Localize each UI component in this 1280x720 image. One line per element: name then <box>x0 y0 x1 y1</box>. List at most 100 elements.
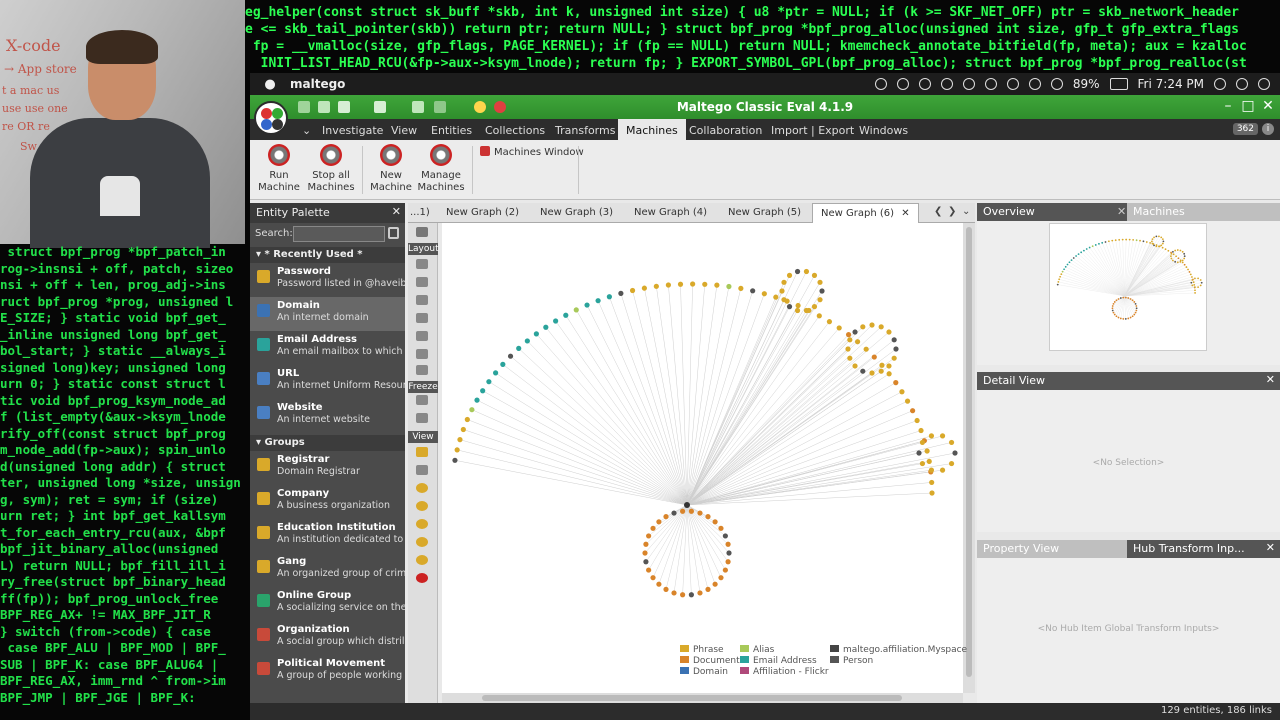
scroll-thumb[interactable] <box>482 695 902 701</box>
tab-list-icon[interactable]: ⌄ <box>962 206 970 217</box>
palette-entity[interactable]: Company A business organization <box>250 485 405 519</box>
info-icon[interactable]: i <box>1262 123 1274 135</box>
tab-investigate[interactable]: Investigate <box>314 122 391 139</box>
tab-machines-panel[interactable]: Machines <box>1127 203 1280 221</box>
save-icon[interactable] <box>374 101 386 113</box>
tab-graph-4[interactable]: New Graph (4) <box>634 207 707 218</box>
run-machine-button[interactable]: Run Machine <box>252 144 306 194</box>
close-palette-button[interactable]: ✕ <box>392 205 401 218</box>
palette-entity[interactable]: Email Address An email mailbox to which e <box>250 331 405 365</box>
view-ranked-icon[interactable] <box>416 501 428 511</box>
open-icon[interactable] <box>338 101 350 113</box>
notification-center-icon[interactable] <box>1258 78 1270 90</box>
redo-icon[interactable] <box>434 101 446 113</box>
view-list-icon[interactable] <box>416 465 428 475</box>
palette-entity[interactable]: Online Group A socializing service on the <box>250 587 405 621</box>
display-icon[interactable] <box>984 78 997 90</box>
palette-entity[interactable]: Gang An organized group of crim <box>250 553 405 587</box>
umbrella-icon[interactable] <box>962 78 975 90</box>
tab-collections[interactable]: Collections <box>477 122 553 139</box>
tab-import-export[interactable]: Import | Export <box>763 122 862 139</box>
notification-badge[interactable]: 362 <box>1232 123 1258 135</box>
close-detail-view-button[interactable]: ✕ <box>1266 373 1275 386</box>
creative-cloud-icon[interactable] <box>896 78 909 90</box>
refresh-icon[interactable] <box>416 413 428 423</box>
shield-icon[interactable] <box>940 78 953 90</box>
tab-graph-5[interactable]: New Graph (5) <box>728 207 801 218</box>
undo-icon[interactable] <box>412 101 424 113</box>
scroll-thumb[interactable] <box>966 227 972 677</box>
bookmark-icon[interactable] <box>416 227 428 237</box>
layout-organic-2-icon[interactable] <box>416 349 428 359</box>
overview-close-icon[interactable]: ✕ <box>1117 205 1126 218</box>
tab-graph-1[interactable]: ...1) <box>410 207 430 218</box>
palette-entity[interactable]: Domain An internet domain <box>250 297 405 331</box>
tab-machines[interactable]: Machines <box>618 119 686 140</box>
tab-property-view[interactable]: Property View <box>977 540 1127 558</box>
bluetooth-icon[interactable] <box>1006 78 1019 90</box>
close-hub-panel-button[interactable]: ✕ <box>1266 541 1275 554</box>
stop-all-machines-button[interactable]: Stop all Machines <box>304 144 358 194</box>
layout-organic-icon[interactable] <box>416 313 428 323</box>
tab-view[interactable]: View <box>383 122 425 139</box>
apple-icon[interactable]: ● <box>250 77 290 92</box>
siri-icon[interactable] <box>1236 78 1248 90</box>
palette-entity[interactable]: Organization A social group which distril <box>250 621 405 655</box>
canvas-horizontal-scrollbar[interactable] <box>442 693 963 703</box>
minimize-button[interactable]: – <box>1220 98 1236 114</box>
new-entity-icon[interactable] <box>318 101 330 113</box>
dropbox-icon[interactable] <box>918 78 931 90</box>
volume-icon[interactable] <box>1050 78 1063 90</box>
freeze-icon[interactable] <box>416 395 428 405</box>
binoculars-icon[interactable] <box>388 227 399 239</box>
spotlight-search-icon[interactable] <box>1214 78 1226 90</box>
new-machine-button[interactable]: New Machine <box>364 144 418 194</box>
tab-next-icon[interactable]: ❯ <box>948 206 956 217</box>
gear-yellow-icon[interactable] <box>474 101 486 113</box>
menubar-clock[interactable]: Fri 7:24 PM <box>1138 77 1204 91</box>
gear-red-icon[interactable] <box>494 101 506 113</box>
maltego-logo[interactable] <box>254 101 288 135</box>
new-graph-icon[interactable] <box>298 101 310 113</box>
palette-entity[interactable]: URL An internet Uniform Resour <box>250 365 405 399</box>
record-icon[interactable] <box>874 78 887 90</box>
manage-machines-button[interactable]: Manage Machines <box>414 144 468 194</box>
canvas-vertical-scrollbar[interactable] <box>963 223 975 693</box>
layout-hierarchical-icon[interactable] <box>416 277 428 287</box>
layout-block-icon[interactable] <box>416 259 428 269</box>
layout-tree-icon[interactable] <box>416 365 428 375</box>
graph-canvas[interactable] <box>442 223 963 693</box>
machines-window-button[interactable]: Machines Window <box>480 146 584 158</box>
palette-entity[interactable]: Education Institution An institution dedi… <box>250 519 405 553</box>
tab-overview[interactable]: Overview <box>983 205 1035 218</box>
view-incoming-icon[interactable] <box>416 537 428 547</box>
tab-graph-6[interactable]: New Graph (6) ✕ <box>812 203 919 223</box>
overview-minimap[interactable] <box>1049 223 1207 351</box>
section-groups[interactable]: ▾ Groups <box>250 435 405 451</box>
app-menu-name[interactable]: maltego <box>290 77 345 91</box>
view-links-icon[interactable] <box>416 519 428 529</box>
view-entity-icon[interactable] <box>416 573 428 583</box>
palette-entity[interactable]: Password Password listed in @haveibe <box>250 263 405 297</box>
layout-circular-icon[interactable] <box>416 295 428 305</box>
tab-graph-2[interactable]: New Graph (2) <box>446 207 519 218</box>
close-tab-icon[interactable]: ✕ <box>901 208 909 219</box>
palette-search-input[interactable] <box>293 226 385 242</box>
palette-entity[interactable]: Political Movement A group of people work… <box>250 655 405 689</box>
close-window-button[interactable]: ✕ <box>1260 98 1276 114</box>
graph-svg[interactable] <box>442 223 963 693</box>
view-bubble-icon[interactable] <box>416 483 428 493</box>
palette-entity[interactable]: Registrar Domain Registrar <box>250 451 405 485</box>
wifi-icon[interactable] <box>1028 78 1041 90</box>
maximize-button[interactable]: □ <box>1240 98 1256 114</box>
tab-windows[interactable]: Windows <box>851 122 916 139</box>
layout-interactive-icon[interactable] <box>416 331 428 341</box>
palette-entity[interactable]: Website An internet website <box>250 399 405 433</box>
tab-prev-icon[interactable]: ❮ <box>934 206 942 217</box>
tab-transforms[interactable]: Transforms <box>547 122 623 139</box>
view-outgoing-icon[interactable] <box>416 555 428 565</box>
view-main-icon[interactable] <box>416 447 428 457</box>
section-recently-used[interactable]: ▾ * Recently Used * <box>250 247 405 263</box>
tab-entities[interactable]: Entities <box>423 122 480 139</box>
tab-graph-3[interactable]: New Graph (3) <box>540 207 613 218</box>
